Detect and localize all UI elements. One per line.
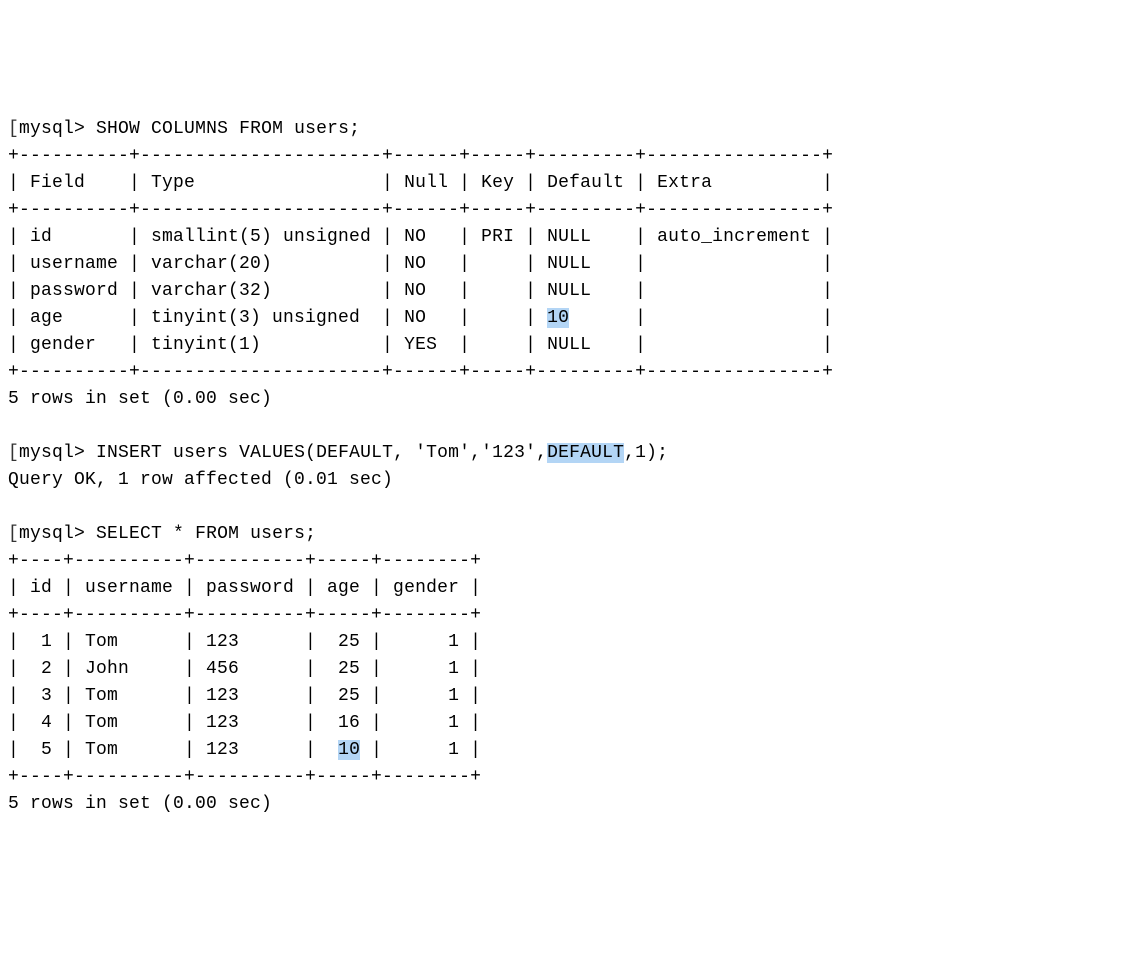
table-border: +----------+----------------------+-----…: [8, 146, 833, 166]
result-summary: 5 rows in set (0.00 sec): [8, 389, 272, 409]
highlighted-inserted-value: 10: [338, 740, 360, 760]
prompt-bracket: [: [8, 524, 19, 544]
table-row: | username | varchar(20) | NO | | NULL |…: [8, 254, 833, 274]
table-border: +----+----------+----------+-----+------…: [8, 767, 481, 787]
table-border: +----+----------+----------+-----+------…: [8, 605, 481, 625]
mysql-prompt: mysql>: [19, 119, 85, 139]
mysql-prompt: mysql>: [19, 524, 85, 544]
table-border: +----+----------+----------+-----+------…: [8, 551, 481, 571]
sql-command-insert[interactable]: INSERT users VALUES(DEFAULT, 'Tom','123'…: [96, 443, 668, 463]
result-summary: 5 rows in set (0.00 sec): [8, 794, 272, 814]
highlighted-default-value: 10: [547, 308, 569, 328]
table-header-row: | Field | Type | Null | Key | Default | …: [8, 173, 833, 193]
sql-command-select[interactable]: SELECT * FROM users;: [96, 524, 316, 544]
sql-command-show-columns[interactable]: SHOW COLUMNS FROM users;: [96, 119, 360, 139]
table-row: | 1 | Tom | 123 | 25 | 1 |: [8, 632, 481, 652]
table-border: +----------+----------------------+-----…: [8, 362, 833, 382]
table-row: | 5 | Tom | 123 | 10 | 1 |: [8, 740, 481, 760]
terminal-output: [mysql> SHOW COLUMNS FROM users; +------…: [8, 119, 833, 814]
table-row: | password | varchar(32) | NO | | NULL |…: [8, 281, 833, 301]
table-border: +----------+----------------------+-----…: [8, 200, 833, 220]
query-ok-message: Query OK, 1 row affected (0.01 sec): [8, 470, 393, 490]
table-header-row: | id | username | password | age | gende…: [8, 578, 481, 598]
prompt-bracket: [: [8, 119, 19, 139]
table-row: | 3 | Tom | 123 | 25 | 1 |: [8, 686, 481, 706]
highlighted-default-keyword: DEFAULT: [547, 443, 624, 463]
table-row: | 2 | John | 456 | 25 | 1 |: [8, 659, 481, 679]
table-row: | gender | tinyint(1) | YES | | NULL | |: [8, 335, 833, 355]
table-row: | 4 | Tom | 123 | 16 | 1 |: [8, 713, 481, 733]
mysql-prompt: mysql>: [19, 443, 85, 463]
table-row: | id | smallint(5) unsigned | NO | PRI |…: [8, 227, 833, 247]
table-row: | age | tinyint(3) unsigned | NO | | 10 …: [8, 308, 833, 328]
prompt-bracket: [: [8, 443, 19, 463]
